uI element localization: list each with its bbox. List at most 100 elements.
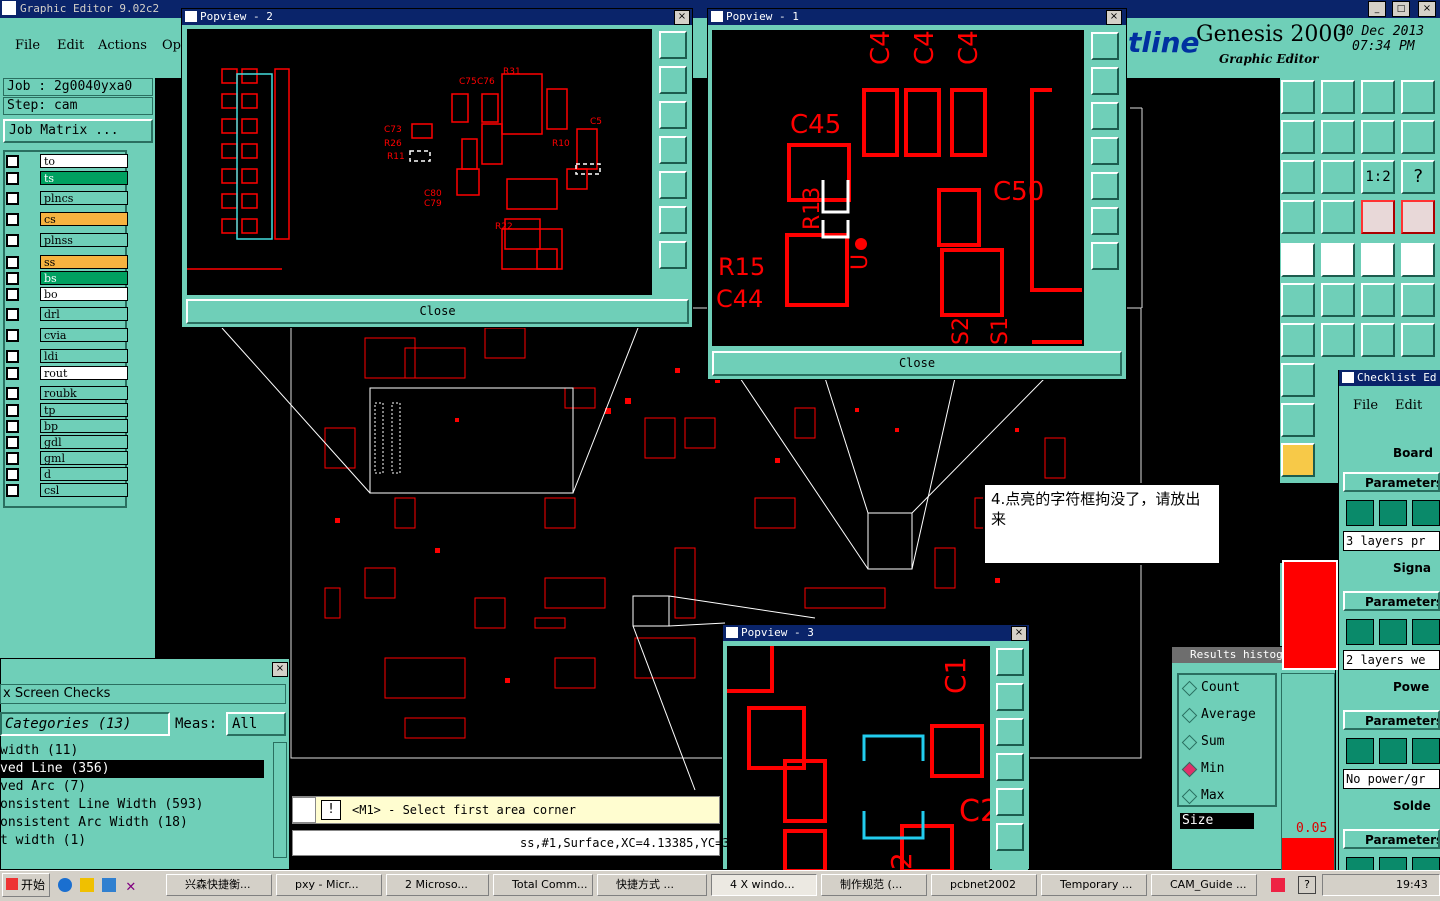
fillet-icon[interactable] [1401, 323, 1435, 357]
check-category-item[interactable]: width (11) [0, 742, 270, 760]
layer-row-bs[interactable]: bs [6, 270, 128, 287]
layer-name[interactable]: roubk [40, 386, 128, 400]
cursor-icon[interactable] [1281, 443, 1315, 477]
alert-icon[interactable]: ! [321, 800, 341, 820]
layer-checkbox[interactable] [6, 234, 19, 247]
pv2-zoom-in-icon[interactable] [659, 206, 687, 234]
pv2-pan-down-icon[interactable] [659, 101, 687, 129]
checklist-run-icon[interactable] [1379, 619, 1407, 645]
taskbar-app-button[interactable]: CAM_Guide ... [1151, 874, 1257, 896]
layer-checkbox[interactable] [6, 288, 19, 301]
net-icon-b[interactable] [1401, 200, 1435, 234]
move-icon[interactable] [1361, 283, 1395, 317]
layer-row-csl[interactable]: csl [6, 482, 128, 499]
layer-row-plnss[interactable]: plnss [6, 232, 128, 249]
histogram-option-label[interactable]: Max [1201, 788, 1224, 803]
layer-name[interactable]: bp [40, 419, 128, 433]
checklist-run-icon[interactable] [1379, 500, 1407, 526]
menu-options[interactable]: Op [162, 38, 181, 53]
histogram-option-label[interactable]: Sum [1201, 734, 1224, 749]
layer-name[interactable]: bs [40, 271, 128, 285]
pv3-pan-up-icon[interactable] [996, 683, 1024, 711]
taskbar-app-button[interactable]: 快捷方式 ... [597, 874, 707, 896]
tools-icon[interactable] [1281, 200, 1315, 234]
warning-icon[interactable] [1281, 403, 1315, 437]
categories-field[interactable]: Categories (13) [0, 712, 170, 736]
histogram-size-field[interactable]: Size [1180, 813, 1254, 829]
layer-checkbox[interactable] [6, 256, 19, 269]
layer-row-ts[interactable]: ts [6, 170, 128, 187]
pan-left-icon[interactable] [1281, 120, 1315, 154]
cross-icon[interactable] [1321, 283, 1355, 317]
checklist-run-icon[interactable] [1412, 500, 1440, 526]
layer-checkbox[interactable] [6, 484, 19, 497]
layer-checkbox[interactable] [6, 155, 19, 168]
check-category-item[interactable]: onsistent Arc Width (18) [0, 814, 270, 832]
menu-edit[interactable]: Edit [57, 38, 84, 53]
checklist-parameters-button[interactable]: Parameters... [1343, 591, 1440, 611]
checklist-run-icon[interactable] [1346, 738, 1374, 764]
checklist-parameters-button[interactable]: Parameters... [1343, 829, 1440, 849]
taskbar-app-button[interactable]: Temporary ... [1041, 874, 1147, 896]
popview-2-close-button[interactable]: Close [186, 299, 689, 324]
layer-name[interactable]: ts [40, 171, 128, 185]
ruler-icon[interactable] [1361, 243, 1395, 277]
taskbar-app-button[interactable]: 2 Microso... [386, 874, 489, 896]
checklist-run-icon[interactable] [1412, 738, 1440, 764]
layer-name[interactable]: ldi [40, 349, 128, 363]
checklist-run-icon[interactable] [1412, 619, 1440, 645]
layer-name[interactable]: plncs [40, 191, 128, 205]
pv3-pan-down-icon[interactable] [996, 718, 1024, 746]
layer-row-tp[interactable]: tp [6, 402, 128, 419]
pad-select-icon[interactable] [1281, 243, 1315, 277]
meas-dropdown[interactable]: All [226, 712, 286, 736]
layer-checkbox[interactable] [6, 329, 19, 342]
layer-name[interactable]: to [40, 154, 128, 168]
layer-row-gdl[interactable]: gdl [6, 434, 128, 451]
taskbar-app-button[interactable]: Total Comm... [493, 874, 593, 896]
layer-name[interactable]: rout [40, 366, 128, 380]
close-window-button[interactable]: × [1418, 1, 1436, 17]
taskbar-app-button[interactable]: pxy - Micr... [276, 874, 382, 896]
minimize-button[interactable]: _ [1368, 1, 1386, 17]
layer-checkbox[interactable] [6, 367, 19, 380]
ie-icon[interactable] [58, 878, 72, 892]
help-tray-icon[interactable]: ? [1298, 876, 1316, 894]
layer-row-bp[interactable]: bp [6, 418, 128, 435]
pv2-fit-icon[interactable] [659, 31, 687, 59]
check-category-item[interactable]: ved Arc (7) [0, 778, 270, 796]
checklist-layers-field[interactable]: 3 layers pr [1343, 531, 1440, 551]
pv2-zoom-out-icon[interactable] [659, 241, 687, 269]
pv1-pan-left-icon[interactable] [1091, 137, 1119, 165]
layer-checkbox[interactable] [6, 387, 19, 400]
popview-1-close-icon[interactable]: × [1106, 10, 1122, 25]
layer-name[interactable]: gdl [40, 435, 128, 449]
check-category-item[interactable]: onsistent Line Width (593) [0, 796, 270, 814]
layer-name[interactable]: plnss [40, 233, 128, 247]
circle-select-icon[interactable] [1401, 243, 1435, 277]
pv3-pan-left-icon[interactable] [996, 753, 1024, 781]
layer-checkbox[interactable] [6, 272, 19, 285]
pv1-zoom-in-icon[interactable] [1091, 207, 1119, 235]
net-icon-a[interactable] [1361, 200, 1395, 234]
layer-name[interactable]: tp [40, 403, 128, 417]
checks-scrollbar[interactable] [273, 742, 287, 858]
layer-row-cvia[interactable]: cvia [6, 327, 128, 344]
layer-checkbox[interactable] [6, 308, 19, 321]
quicklaunch-icon-2[interactable] [80, 878, 94, 892]
checklist-menu-file[interactable]: File [1353, 398, 1378, 413]
layer-checkbox[interactable] [6, 350, 19, 363]
layer-row-to[interactable]: to [6, 153, 128, 170]
pan-right-icon[interactable] [1321, 120, 1355, 154]
window-icon[interactable] [1401, 80, 1435, 114]
histogram-option-label[interactable]: Min [1201, 761, 1224, 776]
quicklaunch-icon-3[interactable] [102, 878, 116, 892]
angle-icon[interactable] [1281, 323, 1315, 357]
screen-checks-close-icon[interactable]: × [272, 662, 288, 677]
home-view-icon[interactable] [1281, 80, 1315, 114]
pv3-fit-icon[interactable] [996, 648, 1024, 676]
layer-checkbox[interactable] [6, 468, 19, 481]
check-category-item[interactable]: ved Line (356) [0, 760, 264, 778]
zoom-fit-icon[interactable] [1281, 160, 1315, 194]
zoom-center-icon[interactable] [1321, 160, 1355, 194]
